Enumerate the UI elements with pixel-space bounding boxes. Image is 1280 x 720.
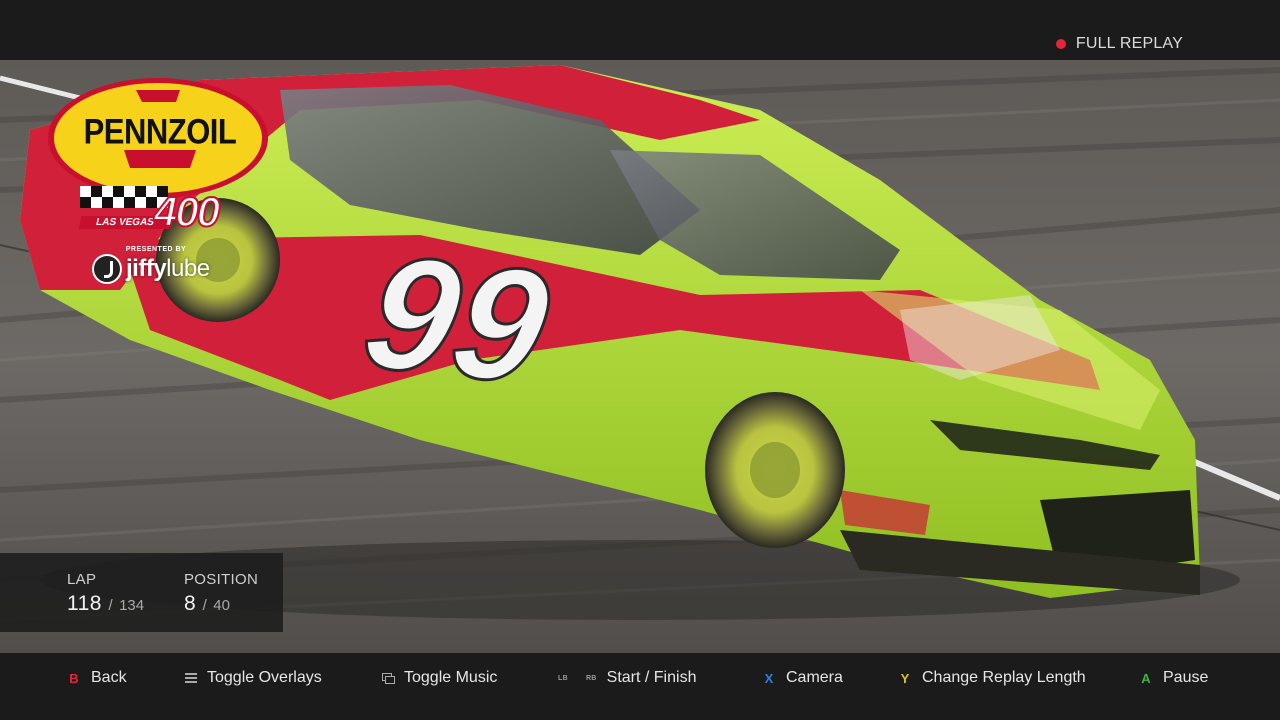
toggle-music-button[interactable]: Toggle Music [382,668,497,688]
a-button-icon: A [1141,670,1151,686]
lap-label: LAP [67,571,97,588]
toggle-music-label: Toggle Music [404,669,498,686]
event-logo-presented-by: PRESENTED BY [125,246,187,253]
pause-button[interactable]: A Pause [1139,668,1208,688]
lap-counter: LAP 118 / 134 [67,571,144,616]
position-total: 40 [213,597,230,614]
sponsor-name-part2: lube [166,255,210,282]
sponsor-name-part1: jiffy [126,255,167,282]
lb-bumper-icon: LB [558,674,568,682]
position-separator: / [202,597,207,614]
event-logo-sponsor: jiffylube [92,254,210,284]
view-icon [382,673,395,684]
top-bar: FULL REPLAY [0,0,1280,60]
back-label: Back [91,669,127,686]
race-stats-panel: LAP 118 / 134 POSITION 8 / 40 [0,553,283,632]
lap-separator: / [108,597,113,614]
y-button-icon: Y [900,670,910,686]
replay-indicator-dot [1055,39,1066,49]
pause-label: Pause [1163,669,1209,686]
event-logo: PENNZOIL LAS VEGAS 400 PRESENTED BY jiff… [46,76,274,284]
lap-total: 134 [119,597,145,614]
event-logo-race-name: 400 [153,187,221,236]
start-finish-label: Start / Finish [606,669,697,686]
replay-mode-label: FULL REPLAY [1075,35,1183,52]
jiffy-lube-mark-icon [92,254,122,284]
toggle-overlays-button[interactable]: Toggle Overlays [185,668,322,688]
position-counter: POSITION 8 / 40 [184,571,258,616]
camera-label: Camera [786,669,843,686]
event-logo-brand: PENNZOIL [83,111,237,152]
b-button-icon: B [69,670,79,686]
menu-icon [185,673,197,683]
toggle-overlays-label: Toggle Overlays [207,669,322,686]
change-replay-length-button[interactable]: Y Change Replay Length [898,668,1086,688]
rb-bumper-icon: RB [585,674,597,682]
change-replay-length-label: Change Replay Length [922,669,1086,686]
camera-button[interactable]: X Camera [762,668,843,688]
car-number: 99 [351,221,563,417]
lap-current: 118 [67,592,102,615]
replay-status: FULL REPLAY [1055,35,1183,53]
position-current: 8 [184,592,197,615]
start-finish-button[interactable]: LB RB Start / Finish [558,668,696,688]
controls-bar: B Back Toggle Overlays Toggle Music LB R… [0,653,1280,720]
back-button[interactable]: B Back [67,668,127,688]
x-button-icon: X [764,670,774,686]
position-label: POSITION [184,571,259,588]
